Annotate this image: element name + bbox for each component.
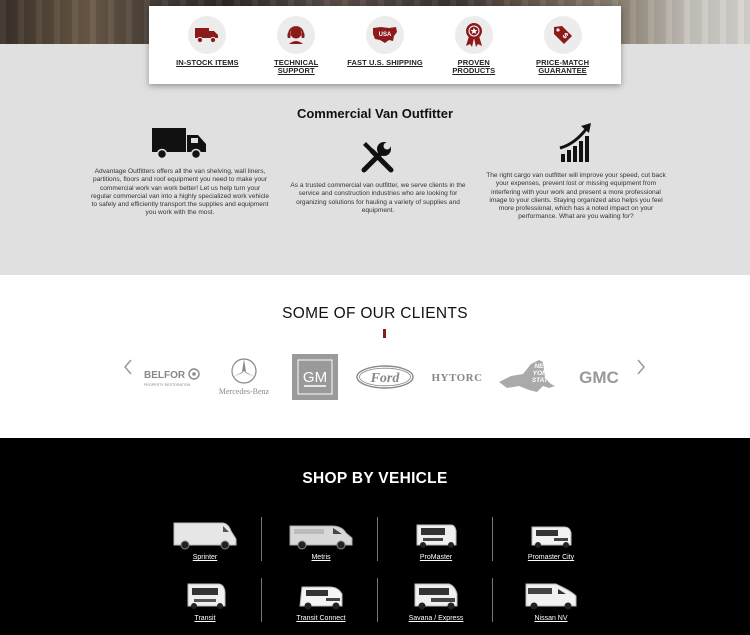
transit-van-icon bbox=[187, 583, 226, 609]
outfitter-title: Commercial Van Outfitter bbox=[296, 106, 454, 121]
feature-bar: IN-STOCK ITEMS TECHNICAL SUPPORT USA FAS… bbox=[149, 6, 621, 84]
client-logo-ford[interactable]: Ford bbox=[355, 364, 415, 390]
nissan-nv-van-icon bbox=[525, 583, 577, 610]
vehicle-link-promaster-city[interactable]: Promaster City bbox=[493, 519, 609, 561]
svg-text:Mercedes-Benz: Mercedes-Benz bbox=[219, 387, 270, 396]
clients-title: SOME OF OUR CLIENTS bbox=[282, 305, 468, 322]
usa-map-icon: USA bbox=[365, 16, 404, 54]
clients-title-accent bbox=[383, 329, 386, 338]
vehicle-link-promaster[interactable]: ProMaster bbox=[378, 519, 494, 561]
svg-text:YORK: YORK bbox=[533, 370, 553, 377]
feature-label: FAST U.S. SHIPPING bbox=[347, 58, 423, 67]
feature-label: TECHNICAL SUPPORT bbox=[274, 58, 319, 75]
client-logo-new-york-state[interactable]: NEW YORK STATE bbox=[497, 358, 559, 396]
shop-title: SHOP BY VEHICLE bbox=[302, 470, 448, 487]
usa-badge-text: USA bbox=[379, 32, 392, 38]
client-logo-gm[interactable]: GM bbox=[292, 354, 338, 400]
outfitter-column: As a trusted commercial van outfitter, w… bbox=[287, 138, 469, 215]
sprinter-van-icon bbox=[173, 522, 237, 550]
carousel-prev-arrow-icon[interactable] bbox=[122, 359, 134, 375]
growth-chart-icon bbox=[485, 122, 667, 164]
svg-text:HYTORC: HYTORC bbox=[431, 372, 482, 384]
svg-text:Ford: Ford bbox=[370, 371, 401, 386]
transit-connect-van-icon bbox=[299, 586, 343, 610]
feature-price-match[interactable]: $ PRICE-MATCH GUARANTEE bbox=[525, 6, 601, 84]
outfitter-text: As a trusted commercial van outfitter, w… bbox=[290, 182, 466, 214]
svg-text:BELFOR: BELFOR bbox=[144, 370, 186, 381]
award-ribbon-icon bbox=[454, 16, 493, 54]
svg-text:GMC: GMC bbox=[579, 368, 619, 387]
client-logo-belfor[interactable]: BELFOR PROPERTY RESTORATION bbox=[142, 362, 204, 390]
savana-express-van-icon bbox=[414, 583, 458, 610]
headset-support-icon bbox=[277, 16, 316, 54]
price-tag-icon: $ bbox=[543, 16, 582, 54]
metris-van-icon bbox=[289, 525, 353, 550]
feature-proven-products[interactable]: PROVEN PRODUCTS bbox=[436, 6, 512, 84]
svg-text:PROPERTY RESTORATION: PROPERTY RESTORATION bbox=[144, 383, 191, 387]
svg-text:NEW: NEW bbox=[534, 363, 550, 370]
delivery-truck-icon bbox=[188, 16, 227, 54]
promaster-van-icon bbox=[416, 524, 457, 548]
tools-icon bbox=[287, 138, 469, 174]
client-logo-mercedes[interactable]: Mercedes-Benz bbox=[212, 356, 276, 398]
vehicle-link-metris[interactable]: Metris bbox=[263, 519, 379, 561]
client-logo-gmc[interactable]: GMC bbox=[566, 366, 632, 388]
svg-text:STATE: STATE bbox=[532, 377, 553, 384]
vehicle-link-nissan-nv[interactable]: Nissan NV bbox=[493, 580, 609, 622]
feature-label: PRICE-MATCH GUARANTEE bbox=[536, 58, 590, 75]
outfitter-column: The right cargo van outfitter will impro… bbox=[485, 122, 667, 222]
svg-text:GM: GM bbox=[303, 369, 327, 386]
vehicle-link-savana-express[interactable]: Savana / Express bbox=[378, 580, 494, 622]
outfitter-text: Advantage Outfitters offers all the van … bbox=[90, 168, 270, 217]
feature-in-stock[interactable]: IN-STOCK ITEMS bbox=[169, 6, 245, 84]
truck-icon bbox=[89, 126, 271, 160]
vehicle-link-transit-connect[interactable]: Transit Connect bbox=[263, 580, 379, 622]
feature-label: PROVEN PRODUCTS bbox=[452, 58, 496, 75]
feature-technical-support[interactable]: TECHNICAL SUPPORT bbox=[258, 6, 334, 84]
carousel-next-arrow-icon[interactable] bbox=[635, 359, 647, 375]
vehicle-link-transit[interactable]: Transit bbox=[147, 580, 263, 622]
client-logo-hytorc[interactable]: HYTORC bbox=[425, 368, 489, 386]
vehicle-link-sprinter[interactable]: Sprinter bbox=[147, 519, 263, 561]
promaster-city-van-icon bbox=[531, 526, 572, 548]
feature-fast-shipping[interactable]: USA FAST U.S. SHIPPING bbox=[347, 6, 423, 84]
outfitter-text: The right cargo van outfitter will impro… bbox=[486, 172, 666, 221]
feature-label: IN-STOCK ITEMS bbox=[176, 58, 239, 67]
outfitter-column: Advantage Outfitters offers all the van … bbox=[89, 126, 271, 218]
